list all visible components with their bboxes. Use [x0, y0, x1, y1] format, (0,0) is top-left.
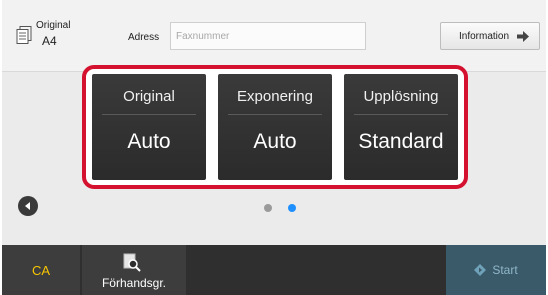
original-size-indicator[interactable]: Original A4 — [16, 20, 96, 60]
information-button[interactable]: Information — [440, 22, 540, 50]
start-button[interactable]: Start — [446, 245, 546, 295]
previous-page-button[interactable] — [18, 196, 38, 216]
preview-button[interactable]: Förhandsgr. — [82, 245, 186, 295]
start-icon — [474, 264, 487, 276]
divider — [102, 114, 196, 115]
exposure-setting-button[interactable]: Exponering Auto — [218, 74, 332, 180]
setting-value: Standard — [358, 130, 444, 153]
original-label: Original — [36, 20, 71, 31]
page-indicator-dot-1[interactable] — [264, 204, 272, 212]
fax-number-input[interactable] — [170, 22, 366, 50]
divider — [228, 114, 322, 115]
preview-label: Förhandsgr. — [101, 276, 167, 290]
clear-all-label: CA — [31, 262, 51, 278]
original-size-value: A4 — [42, 34, 57, 48]
clear-all-button[interactable]: CA — [2, 245, 80, 295]
setting-value: Auto — [253, 130, 297, 153]
arrow-left-icon — [25, 202, 30, 210]
setting-title: Exponering — [237, 88, 313, 105]
start-label: Start — [492, 263, 518, 277]
fax-screen: Original A4 Adress Information Original … — [2, 0, 546, 295]
setting-title: Upplösning — [363, 88, 439, 105]
arrow-right-icon — [517, 31, 529, 42]
information-label: Information — [459, 30, 510, 42]
divider — [354, 114, 448, 115]
preview-magnifier-icon — [123, 253, 141, 272]
address-label: Adress — [128, 32, 160, 43]
document-icon — [16, 26, 32, 44]
setting-title: Original — [123, 88, 175, 105]
bottom-bar: CA Förhandsgr. Start — [2, 245, 546, 295]
page-indicator-dot-2[interactable] — [288, 204, 296, 212]
top-bar: Original A4 Adress Information — [2, 0, 546, 72]
resolution-setting-button[interactable]: Upplösning Standard — [344, 74, 458, 180]
settings-highlight-frame: Original Auto Exponering Auto Upplösning… — [82, 65, 468, 189]
original-setting-button[interactable]: Original Auto — [92, 74, 206, 180]
setting-value: Auto — [127, 130, 171, 153]
